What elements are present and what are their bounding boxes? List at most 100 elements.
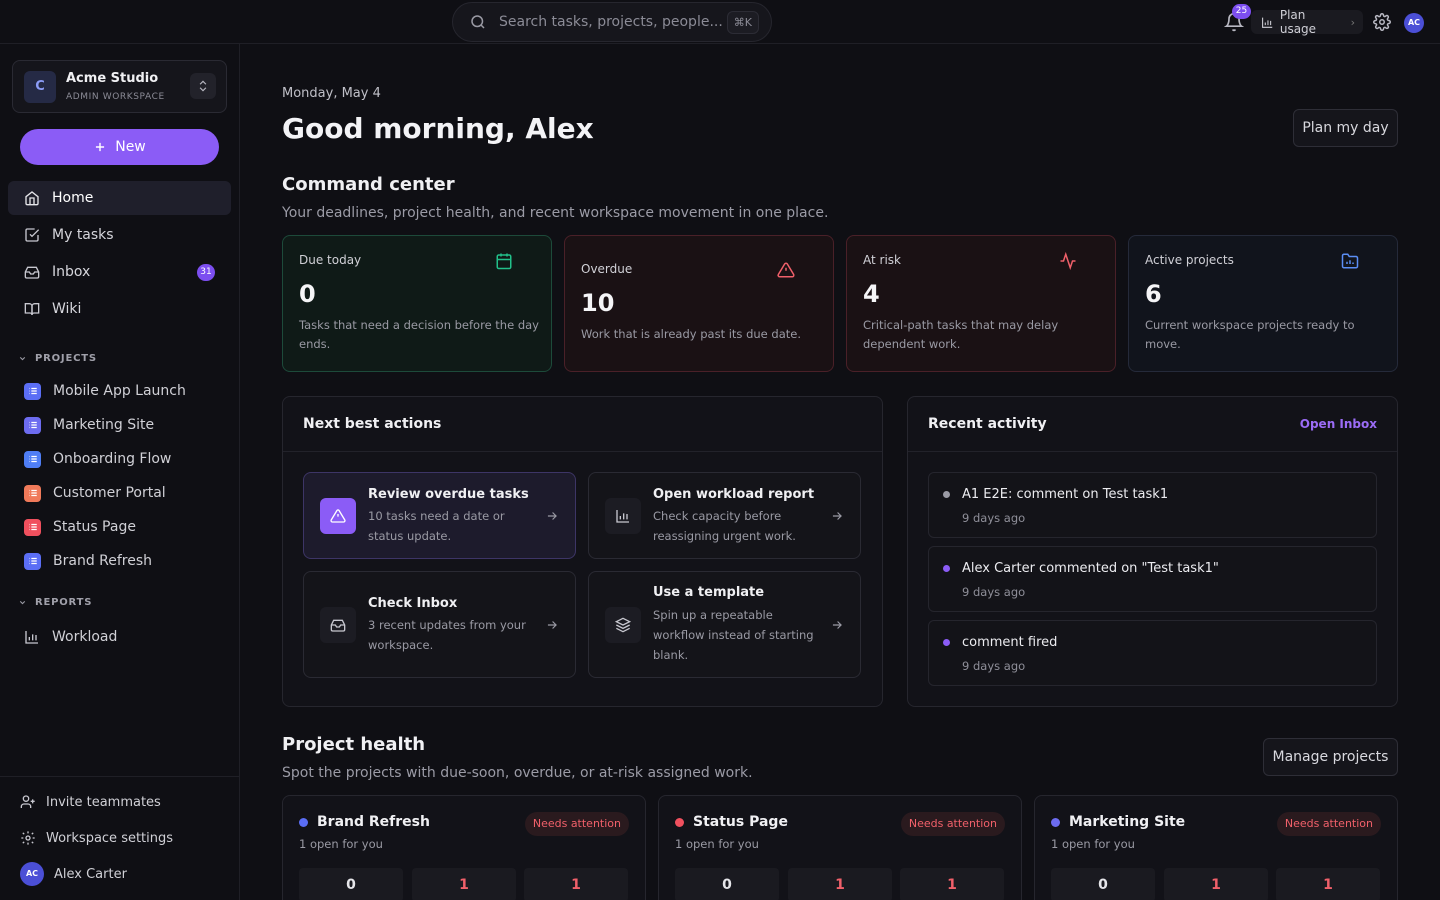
gear-icon	[21, 831, 35, 845]
stat-card-active-projects[interactable]: Active projects 6 Current workspace proj…	[1128, 235, 1398, 372]
projects-section-toggle[interactable]: PROJECTS	[18, 353, 97, 364]
sidebar-project-marketing-site[interactable]: Marketing Site	[8, 410, 231, 440]
workspace-switcher[interactable]: C Acme Studio ADMIN WORKSPACE	[12, 60, 227, 113]
chevron-down-icon	[19, 600, 26, 605]
count-overdue: 1	[412, 868, 516, 900]
action-title: Check Inbox	[368, 596, 458, 611]
gear-icon[interactable]	[1373, 13, 1391, 31]
user-avatar[interactable]: AC	[1404, 13, 1424, 33]
action-description: Spin up a repeatable workflow instead of…	[653, 608, 814, 662]
notification-badge: 25	[1232, 4, 1251, 19]
current-user[interactable]: AC Alex Carter	[20, 862, 127, 886]
status-badge: Needs attention	[524, 812, 629, 836]
project-card-brand-refresh[interactable]: Brand Refresh 1 open for you Needs atten…	[282, 795, 646, 900]
stat-card-overdue[interactable]: Overdue 10 Work that is already past its…	[564, 235, 834, 372]
next-best-actions-panel: Next best actions Review overdue tasks 1…	[282, 396, 883, 707]
stat-card-due-today[interactable]: Due today 0 Tasks that need a decision b…	[282, 235, 552, 372]
new-button[interactable]: New	[20, 129, 219, 165]
activity-dot	[943, 639, 950, 646]
search-bar[interactable]: Search tasks, projects, people... ⌘K	[452, 2, 772, 42]
action-description: 3 recent updates from your workspace.	[368, 618, 526, 652]
stat-card-at-risk[interactable]: At risk 4 Critical-path tasks that may d…	[846, 235, 1116, 372]
project-name: Status Page	[693, 814, 788, 830]
sidebar-project-mobile-app-launch[interactable]: Mobile App Launch	[8, 376, 231, 406]
command-center-title: Command center	[282, 174, 455, 195]
activity-text: Alex Carter commented on "Test task1"	[962, 561, 1219, 576]
search-placeholder[interactable]: Search tasks, projects, people...	[499, 14, 727, 30]
plan-usage-button[interactable]: Plan usage ›	[1251, 8, 1363, 36]
sidebar-project-onboarding-flow[interactable]: Onboarding Flow	[8, 444, 231, 474]
sidebar-footer: Invite teammates Workspace settings AC A…	[0, 776, 239, 900]
user-plus-icon	[20, 795, 35, 808]
count-due-soon: 0	[1051, 868, 1155, 900]
recent-activity-panel: Recent activity Open Inbox A1 E2E: comme…	[907, 396, 1398, 707]
sidebar-item-wiki[interactable]: Wiki	[8, 292, 231, 326]
sidebar-project-brand-refresh[interactable]: Brand Refresh	[8, 546, 231, 576]
activity-item[interactable]: comment fired 9 days ago	[928, 620, 1377, 686]
panel-title: Recent activity	[928, 416, 1047, 432]
sidebar-item-label: Wiki	[52, 301, 82, 317]
warning-icon	[777, 262, 795, 278]
search-icon	[471, 15, 485, 29]
sidebar-project-label: Brand Refresh	[53, 553, 153, 569]
stat-label: Due today	[299, 253, 362, 267]
project-card-status-page[interactable]: Status Page 1 open for you Needs attenti…	[658, 795, 1022, 900]
sidebar-item-inbox[interactable]: Inbox 31	[8, 255, 231, 289]
page-title: Good morning, Alex	[282, 112, 594, 145]
plan-my-day-button[interactable]: Plan my day	[1293, 109, 1398, 147]
stat-value: 6	[1145, 280, 1162, 308]
project-color-dot	[675, 818, 684, 827]
check-square-icon	[25, 228, 40, 242]
new-button-label: New	[115, 139, 146, 155]
reports-section-toggle[interactable]: REPORTS	[18, 597, 92, 608]
project-health-description: Spot the projects with due-soon, overdue…	[282, 765, 753, 781]
panel-header: Recent activity Open Inbox	[908, 397, 1397, 452]
sidebar-project-label: Status Page	[53, 519, 136, 535]
count-due-soon: 0	[299, 868, 403, 900]
sidebar-project-status-page[interactable]: Status Page	[8, 512, 231, 542]
home-icon	[25, 191, 39, 206]
sidebar-item-label: My tasks	[52, 227, 114, 243]
arrow-right-icon	[547, 512, 557, 520]
inbox-icon	[320, 607, 356, 643]
sidebar-project-customer-portal[interactable]: Customer Portal	[8, 478, 231, 508]
sidebar: C Acme Studio ADMIN WORKSPACE New Home M…	[0, 44, 240, 900]
chevron-up-down-icon[interactable]	[190, 73, 216, 99]
activity-item[interactable]: A1 E2E: comment on Test task1 9 days ago	[928, 472, 1377, 538]
action-open-workload-report[interactable]: Open workload report Check capacity befo…	[588, 472, 861, 559]
stat-label: Active projects	[1145, 253, 1234, 267]
chevron-down-icon	[19, 356, 26, 361]
sidebar-item-home[interactable]: Home	[8, 181, 231, 215]
stat-label: Overdue	[581, 262, 633, 276]
command-center-description: Your deadlines, project health, and rece…	[282, 205, 829, 221]
bar-chart-icon	[605, 498, 641, 534]
main-content: Monday, May 4 Good morning, Alex Plan my…	[240, 44, 1440, 900]
plus-icon	[96, 142, 105, 152]
list-icon	[24, 450, 41, 468]
sidebar-item-my-tasks[interactable]: My tasks	[8, 218, 231, 252]
open-inbox-link[interactable]: Open Inbox	[1300, 417, 1377, 431]
activity-dot	[943, 491, 950, 498]
activity-item[interactable]: Alex Carter commented on "Test task1" 9 …	[928, 546, 1377, 612]
action-check-inbox[interactable]: Check Inbox 3 recent updates from your w…	[303, 571, 576, 678]
sidebar-project-label: Mobile App Launch	[53, 383, 186, 399]
reports-section-label: REPORTS	[35, 597, 93, 608]
calendar-icon	[496, 253, 512, 270]
book-icon	[24, 303, 40, 316]
action-review-overdue-tasks[interactable]: Review overdue tasks 10 tasks need a dat…	[303, 472, 576, 559]
sidebar-report-workload[interactable]: Workload	[8, 622, 231, 652]
count-due-soon: 0	[675, 868, 779, 900]
invite-teammates-button[interactable]: Invite teammates	[20, 794, 161, 810]
inbox-badge: 31	[197, 264, 215, 281]
action-description: 10 tasks need a date or status update.	[368, 509, 505, 543]
action-use-a-template[interactable]: Use a template Spin up a repeatable work…	[588, 571, 861, 678]
stat-value: 4	[863, 280, 880, 308]
project-card-marketing-site[interactable]: Marketing Site 1 open for you Needs atte…	[1034, 795, 1398, 900]
activity-text: comment fired	[962, 635, 1058, 650]
workspace-settings-button[interactable]: Workspace settings	[20, 830, 173, 846]
plan-usage-label: Plan usage	[1279, 8, 1317, 36]
manage-projects-button[interactable]: Manage projects	[1263, 738, 1398, 776]
workspace-settings-label: Workspace settings	[46, 830, 174, 846]
list-icon	[24, 518, 41, 536]
folder-icon	[1341, 253, 1359, 269]
